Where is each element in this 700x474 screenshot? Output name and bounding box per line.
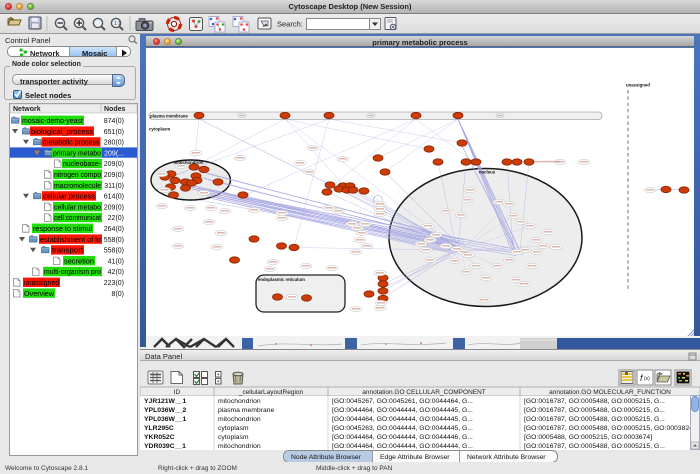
svg-text:nitrogen compo: nitrogen compo [54, 172, 101, 179]
svg-text:cellular metabo: cellular metabo [54, 204, 101, 211]
svg-text:[GO:0016787, GO:0005488, GO:00: [GO:0016787, GO:0005488, GO:0005215, G..… [524, 416, 665, 423]
svg-text:_cellularLayoutRegion: _cellularLayoutRegion [238, 389, 304, 396]
svg-text:42(0): 42(0) [108, 269, 124, 276]
svg-text:[GO:0016787, GO:0005488, GO:00: [GO:0016787, GO:0005488, GO:0005215, G..… [524, 398, 665, 405]
svg-text:280(0): 280(0) [104, 140, 124, 147]
svg-text:macromolecule: macromolecule [54, 183, 101, 190]
svg-text:8(0): 8(0) [112, 291, 124, 298]
svg-text:[GO:0044464, GO:0044444, GO:00: [GO:0044464, GO:0044444, GO:0044445, G..… [332, 416, 473, 423]
svg-text:establishment of lo: establishment of lo [40, 237, 101, 244]
svg-text:209(...: 209(... [104, 150, 124, 157]
svg-text:unassigned: unassigned [24, 280, 59, 287]
svg-text:YPL036W__1: YPL036W__1 [144, 416, 187, 423]
svg-text:plasma membrane: plasma membrane [150, 113, 188, 118]
svg-text:annotation.GO MOLECULAR_FUNCTI: annotation.GO MOLECULAR_FUNCTION [549, 389, 671, 396]
svg-text:[GO:0016787, GO:0005488, GO:00: [GO:0016787, GO:0005488, GO:0005215, GO:… [524, 425, 700, 432]
svg-text:22(0): 22(0) [108, 215, 124, 222]
svg-text:[GO:0044464, GO:0044444, GO:00: [GO:0044464, GO:0044444, GO:0044446, G..… [332, 434, 473, 441]
svg-text:[GO:0045267, GO:0045261, GO:00: [GO:0045267, GO:0045261, GO:0044464, G..… [332, 398, 473, 405]
svg-text:nucleobase-: nucleobase- [63, 161, 102, 168]
svg-text:secretion: secretion [64, 258, 94, 265]
svg-text:response to stimul: response to stimul [33, 226, 92, 233]
svg-text:biological_process: biological_process [31, 129, 94, 136]
svg-text:Search:: Search: [277, 20, 303, 29]
svg-text:558(0): 558(0) [104, 237, 124, 244]
svg-text:unassigned: unassigned [626, 83, 650, 88]
svg-text:311(0): 311(0) [104, 183, 124, 190]
svg-text:mitochondrion: mitochondrion [173, 160, 203, 165]
svg-text:558(0): 558(0) [104, 248, 124, 255]
svg-text:endoplasmic reticulum: endoplasmic reticulum [258, 277, 305, 282]
svg-text:cytoplasm: cytoplasm [218, 434, 249, 441]
svg-text:cell communicat: cell communicat [54, 215, 101, 222]
svg-text:[GO:0045263, GO:0044444, GO:00: [GO:0045263, GO:0044444, GO:0044445, G..… [332, 425, 473, 432]
svg-text:264(0): 264(0) [104, 226, 124, 233]
svg-text:multi-organism pro: multi-organism pro [44, 269, 101, 276]
svg-text:209(0): 209(0) [104, 161, 124, 168]
svg-text:mitochondrion: mitochondrion [218, 416, 261, 423]
svg-text:41(0): 41(0) [108, 258, 124, 265]
svg-text:cellular process: cellular process [43, 194, 96, 201]
svg-text:(x): (x) [644, 376, 650, 382]
svg-text:[GO:0044464, GO:0044444, GO:00: [GO:0044464, GO:0044444, GO:0044445, G..… [332, 407, 473, 414]
svg-text:209(0): 209(0) [104, 204, 124, 211]
svg-text:annotation.GO CELLULAR_COMPONE: annotation.GO CELLULAR_COMPONENT [362, 389, 486, 396]
svg-text:plasma membrane: plasma membrane [218, 407, 275, 414]
svg-text:209(0): 209(0) [104, 172, 124, 179]
svg-text:mosaic-demo-yeast: mosaic-demo-yeast [22, 118, 83, 125]
svg-text:primary metabo: primary metabo [53, 150, 101, 157]
svg-text:YKR052C: YKR052C [144, 434, 175, 441]
svg-text:1:1: 1:1 [114, 21, 121, 27]
svg-text:nucleus: nucleus [479, 170, 496, 175]
svg-text:YLR295C: YLR295C [144, 425, 174, 432]
svg-text:874(0): 874(0) [104, 118, 124, 125]
svg-text:Overview: Overview [24, 291, 55, 298]
svg-text:[GO:0016787, GO:0005488, GO:00: [GO:0016787, GO:0005488, GO:0005215, G..… [524, 407, 665, 414]
svg-text:mitochondrion: mitochondrion [218, 398, 261, 405]
svg-text:[GO:0005488, GO:0005215, GO:00: [GO:0005488, GO:0005215, GO:0003674] [524, 434, 652, 441]
svg-text:651(0): 651(0) [104, 129, 124, 136]
svg-text:metabolic process: metabolic process [43, 140, 100, 147]
svg-text:614(0): 614(0) [104, 194, 124, 201]
svg-text:ID: ID [174, 389, 181, 396]
svg-text:cytoplasm: cytoplasm [149, 127, 170, 132]
svg-text:YJR121W__1: YJR121W__1 [144, 398, 187, 405]
svg-text:transport: transport [52, 248, 83, 255]
svg-text:Network: Network [13, 106, 41, 113]
svg-text:223(0): 223(0) [104, 280, 124, 287]
svg-text:YPL036W__2: YPL036W__2 [144, 407, 187, 414]
svg-text:cytoplasm: cytoplasm [218, 425, 249, 432]
svg-text:Nodes: Nodes [104, 106, 126, 113]
